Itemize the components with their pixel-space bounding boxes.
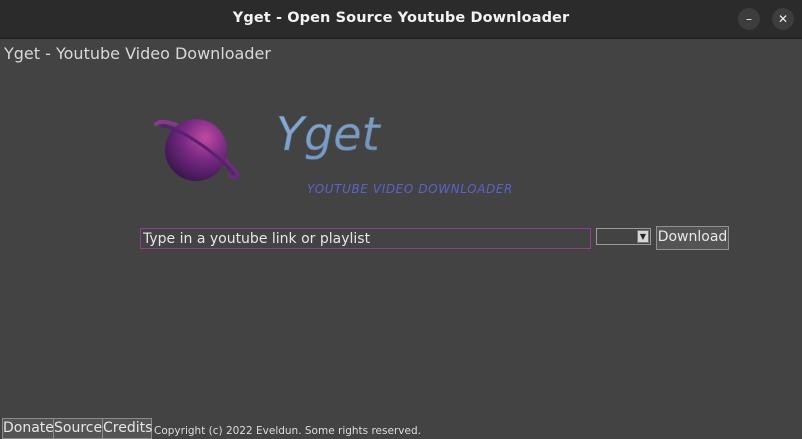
chevron-down-icon[interactable]: ▼ — [637, 230, 649, 243]
close-icon: ✕ — [777, 12, 789, 26]
app-heading: Yget - Youtube Video Downloader — [4, 44, 271, 63]
logo-tagline: YOUTUBE VIDEO DOWNLOADER — [307, 182, 513, 196]
source-button[interactable]: Source — [53, 418, 103, 439]
credits-button[interactable]: Credits — [102, 418, 152, 439]
logo-wordmark: Yget — [276, 108, 382, 161]
window-title: Yget - Open Source Youtube Downloader — [232, 10, 570, 26]
format-select[interactable]: ▼ — [596, 228, 651, 245]
donate-button[interactable]: Donate — [2, 418, 54, 439]
planet-icon — [154, 119, 240, 181]
copyright-text: Copyright (c) 2022 Eveldun. Some rights … — [154, 425, 421, 437]
window-titlebar[interactable]: Yget - Open Source Youtube Downloader – … — [0, 0, 802, 39]
minimize-icon: – — [746, 12, 752, 26]
minimize-button[interactable]: – — [738, 8, 760, 30]
close-button[interactable]: ✕ — [772, 8, 794, 30]
url-input[interactable] — [140, 228, 591, 249]
download-button[interactable]: Download — [656, 226, 729, 250]
app-window: Yget - Open Source Youtube Downloader – … — [0, 0, 802, 439]
yget-logo: Yget — [276, 108, 382, 161]
